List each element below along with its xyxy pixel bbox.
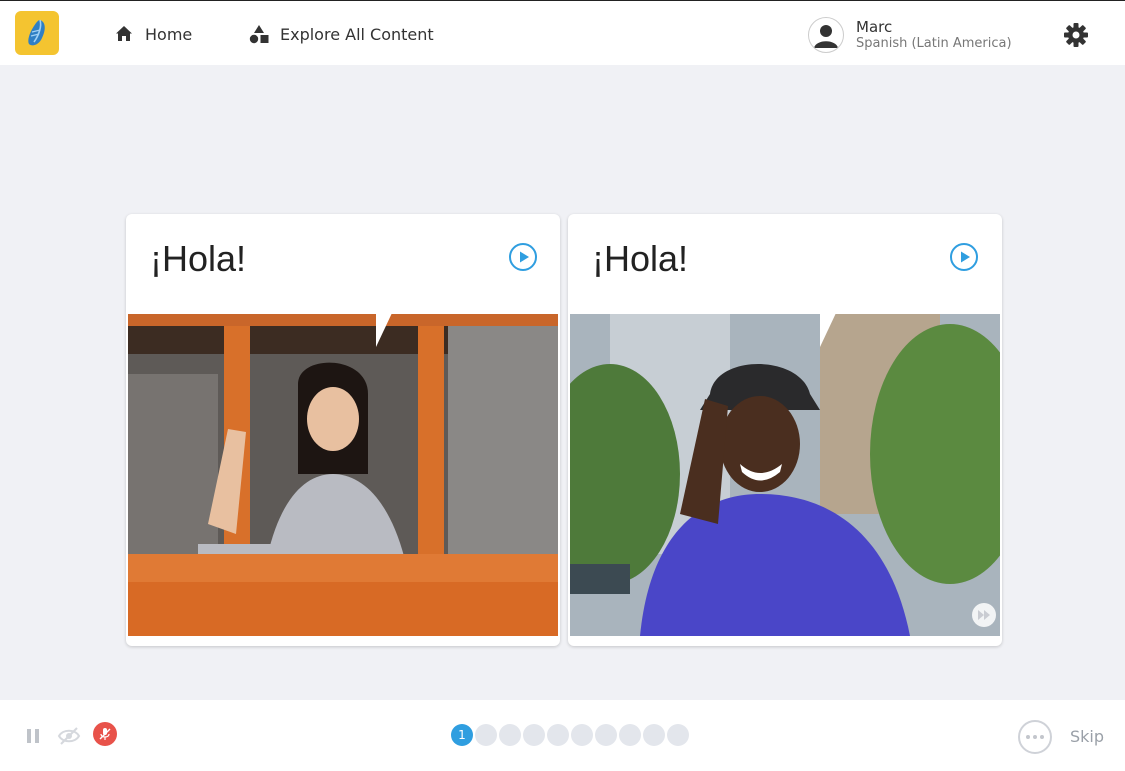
progress-dot[interactable] [619, 724, 641, 746]
user-profile[interactable]: Marc Spanish (Latin America) [808, 13, 1012, 57]
play-audio-button[interactable] [508, 242, 538, 272]
speech-bubble-tail [376, 313, 392, 347]
progress-dot[interactable] [667, 724, 689, 746]
logo-icon [28, 19, 45, 46]
more-dot [1026, 735, 1030, 739]
progress-dot[interactable] [547, 724, 569, 746]
progress-dot[interactable] [571, 724, 593, 746]
skip-button[interactable]: Skip [1070, 727, 1104, 746]
more-dot [1033, 735, 1037, 739]
photo-woman-waving [128, 314, 558, 636]
user-icon [814, 25, 838, 48]
lesson-control-bar: 1 Skip [0, 700, 1125, 771]
photo-man-with-hat [570, 314, 1000, 636]
user-language: Spanish (Latin America) [856, 36, 1012, 52]
play-circle-icon [509, 243, 537, 271]
progress-dot[interactable] [475, 724, 497, 746]
user-info: Marc Spanish (Latin America) [856, 18, 1012, 53]
progress-dots: 1 [451, 724, 689, 746]
user-name: Marc [856, 17, 893, 36]
fast-forward-button[interactable] [972, 603, 996, 627]
home-icon [113, 23, 135, 45]
speech-bubble-tail [820, 313, 836, 347]
progress-dot[interactable] [523, 724, 545, 746]
shapes-icon [248, 23, 270, 45]
avatar [808, 17, 844, 53]
lesson-card-1[interactable]: ¡Hola! [126, 214, 560, 646]
lesson-card-2[interactable]: ¡Hola! [568, 214, 1002, 646]
fast-forward-icon [978, 610, 990, 620]
settings-button[interactable] [1062, 21, 1090, 49]
eye-off-icon [57, 727, 81, 745]
play-audio-button[interactable] [949, 242, 979, 272]
nav-home[interactable]: Home [113, 21, 192, 47]
pause-icon [27, 729, 39, 743]
card-phrase: ¡Hola! [592, 238, 689, 279]
nav-home-label: Home [145, 24, 193, 44]
progress-dot-current[interactable]: 1 [451, 724, 473, 746]
nav-explore-all-content[interactable]: Explore All Content [248, 21, 434, 47]
nav-explore-label: Explore All Content [280, 24, 434, 44]
card-phrase: ¡Hola! [150, 238, 247, 279]
progress-dot[interactable] [595, 724, 617, 746]
progress-dot[interactable] [499, 724, 521, 746]
more-dot [1040, 735, 1044, 739]
play-circle-icon [950, 243, 978, 271]
pause-button[interactable] [24, 727, 42, 745]
gear-icon [1064, 23, 1088, 47]
more-options-button[interactable] [1018, 720, 1052, 754]
progress-dot[interactable] [643, 724, 665, 746]
microphone-toggle[interactable] [93, 722, 117, 746]
toggle-text-button[interactable] [57, 724, 81, 748]
top-navigation-bar: Home Explore All Content Marc Spanish (L… [0, 1, 1125, 65]
microphone-off-icon [99, 728, 111, 740]
app-logo[interactable] [15, 11, 59, 55]
